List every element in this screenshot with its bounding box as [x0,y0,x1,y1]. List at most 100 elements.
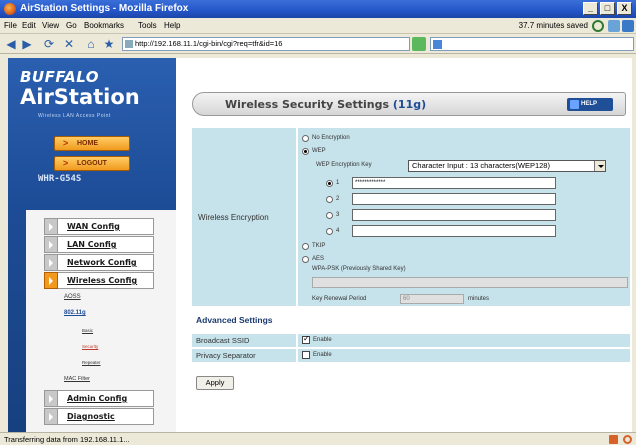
aes-radio[interactable] [302,256,309,263]
wpa-psk-label: WPA-PSK (Previously Shared Key) [312,266,406,272]
wep-key-2-number: 2 [336,196,340,202]
wep-key-4-radio[interactable] [326,228,333,235]
encryption-label: Wireless Encryption [198,213,269,222]
product-logo: AirStation [20,85,140,109]
sub-link-802-11g[interactable]: 802.11g [64,310,86,316]
sidebar-item-label: Network Config [67,258,137,267]
apply-button[interactable]: Apply [196,376,234,390]
back-icon[interactable]: ◀ [4,37,18,51]
menu-bookmarks[interactable]: Bookmarks [84,21,124,30]
arrow-tab-icon [44,236,58,253]
key-renewal-unit: minutes [468,296,490,302]
help-button[interactable]: HELP [567,98,613,111]
search-engine-icon[interactable] [433,40,442,49]
home-button[interactable]: > HOME [54,136,130,151]
logout-button[interactable]: > LOGOUT [54,156,130,171]
close-button[interactable]: X [617,2,632,15]
sidebar-item-wan-config[interactable]: WAN Config [44,218,154,235]
sync-icon[interactable] [592,20,604,32]
wep-radio[interactable] [302,148,309,155]
menu-help[interactable]: Help [164,21,180,30]
sidebar-item-label: Diagnostic [67,412,115,421]
sidebar-item-network-config[interactable]: Network Config [44,254,154,271]
menu-view[interactable]: View [42,21,59,30]
wep-key-1-number: 1 [336,180,340,186]
window-controls: _ □ X [583,2,632,15]
no-encryption-radio[interactable] [302,135,309,142]
model-name: WHR-G54S [38,174,82,184]
menu-tools[interactable]: Tools [138,21,157,30]
sidebar-item-wireless-config[interactable]: Wireless Config [44,272,154,289]
wep-key-2-radio[interactable] [326,196,333,203]
page-favicon-icon [125,40,133,48]
wep-key-type-select[interactable]: Character Input : 13 characters(WEP128) [408,160,606,172]
sidebar-toggle-icon[interactable] [622,20,634,32]
logout-button-label: LOGOUT [77,160,107,167]
sidebar-item-lan-config[interactable]: LAN Config [44,236,154,253]
help-button-label: HELP [581,101,598,107]
sidebar: BUFFALO AirStation Wireless LAN Access P… [8,58,176,432]
window-title: AirStation Settings - Mozilla Firefox [20,3,189,14]
wep-key-1-radio[interactable] [326,180,333,187]
wep-key-1-input[interactable]: ************* [352,177,556,189]
menu-edit[interactable]: Edit [22,21,36,30]
wep-key-3-radio[interactable] [326,212,333,219]
stop-icon[interactable]: ✕ [62,37,76,51]
loading-icon [623,435,632,444]
menu-file[interactable]: File [4,21,17,30]
key-renewal-input[interactable]: 60 [400,294,464,304]
home-button-label: HOME [77,140,98,147]
maximize-button[interactable]: □ [600,2,615,15]
sub-link-mac-filter[interactable]: MAC Filter [64,376,90,382]
sub-link-aoss[interactable]: AOSS [64,294,81,300]
home-icon[interactable]: ⌂ [84,37,98,51]
brand-logo: BUFFALO [20,68,100,86]
broadcast-ssid-checkbox[interactable] [302,334,310,344]
page-title: Wireless Security Settings (11g) [225,98,426,111]
extension-icon[interactable] [608,20,620,32]
privacy-separator-checkbox[interactable] [302,351,310,359]
page-title-suffix: (11g) [392,98,427,111]
sub-link-security[interactable]: Security [82,344,98,349]
privacy-separator-label: Privacy Separator [192,349,296,362]
navigation-toolbar: ◀ ▶ ⟳ ✕ ⌂ ★ http://192.168.11.1/cgi-bin/… [0,34,636,54]
menu-go[interactable]: Go [66,21,77,30]
tkip-label: TKIP [312,243,326,249]
forward-icon[interactable]: ▶ [20,37,34,51]
page-header: Wireless Security Settings (11g) HELP [192,92,626,116]
sidebar-item-label: WAN Config [67,222,120,231]
wep-key-4-input[interactable] [352,225,556,237]
saved-status: 37.7 minutes saved [518,21,588,30]
connection-icon [609,435,618,444]
firefox-icon [4,3,16,15]
sub-link-repeater[interactable]: Repeater [82,360,101,365]
search-field[interactable] [430,37,634,51]
reload-icon[interactable]: ⟳ [42,37,56,51]
wep-key-2-input[interactable] [352,193,556,205]
arrow-right-icon: > [63,158,69,168]
product-subtitle: Wireless LAN Access Point [38,113,111,119]
arrow-right-icon: > [63,138,69,148]
minimize-button[interactable]: _ [583,2,598,15]
advanced-settings-title: Advanced Settings [196,315,273,325]
privacy-separator-value [298,349,630,362]
page-title-prefix: Wireless Security Settings [225,98,393,111]
sidebar-item-admin-config[interactable]: Admin Config [44,390,154,407]
sidebar-item-label: LAN Config [67,240,117,249]
arrow-tab-icon [44,254,58,271]
sidebar-item-label: Admin Config [67,394,128,403]
sidebar-item-label: Wireless Config [67,276,138,285]
tkip-radio[interactable] [302,243,309,250]
help-icon [570,100,579,109]
sidebar-item-diagnostic[interactable]: Diagnostic [44,408,154,425]
wpa-psk-input[interactable] [312,277,628,288]
wep-key-3-number: 3 [336,212,340,218]
sub-link-basic[interactable]: Basic [82,328,93,333]
arrow-tab-icon [44,390,58,407]
window-titlebar: AirStation Settings - Mozilla Firefox _ … [0,0,636,18]
url-field[interactable]: http://192.168.11.1/cgi-bin/cgi?req=tfr&… [122,37,410,51]
bookmark-icon[interactable]: ★ [102,37,116,51]
wep-key-3-input[interactable] [352,209,556,221]
go-button-icon[interactable] [412,37,426,51]
broadcast-ssid-value [298,334,630,347]
